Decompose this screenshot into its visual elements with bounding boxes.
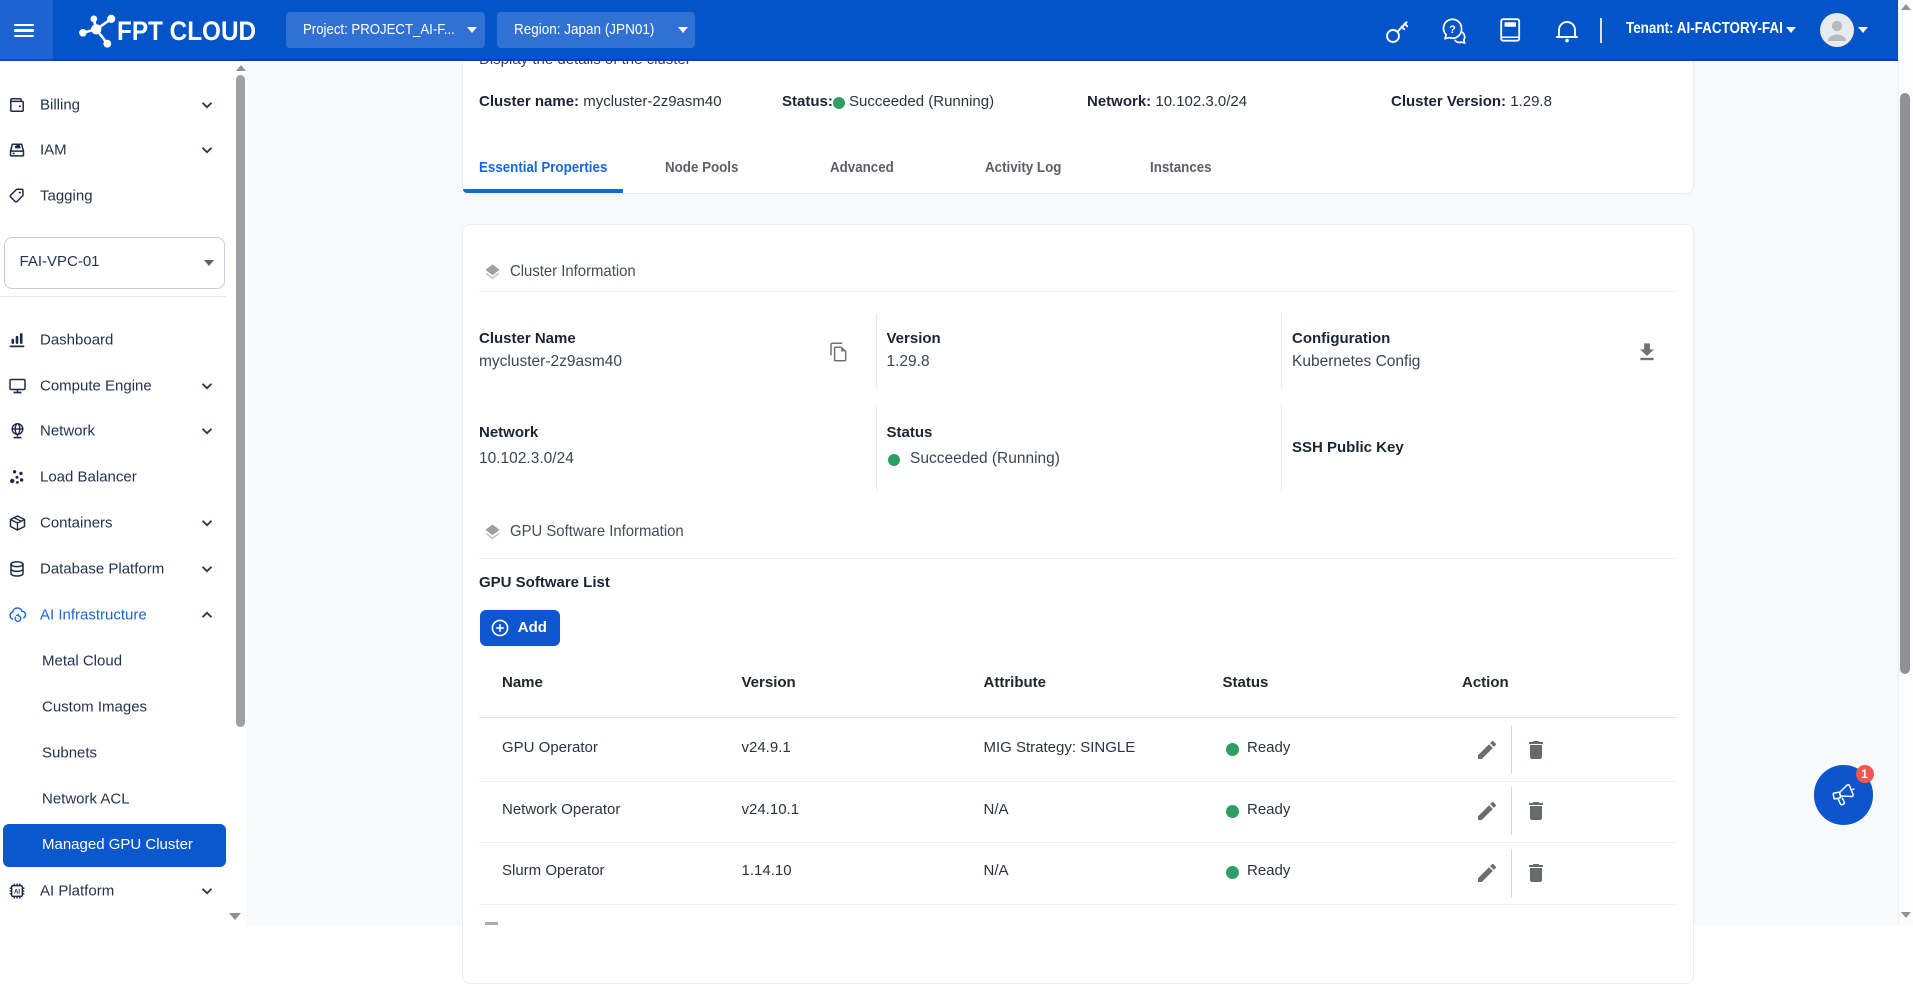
svg-text:AI: AI — [14, 889, 20, 895]
svg-text:?: ? — [1449, 24, 1456, 36]
